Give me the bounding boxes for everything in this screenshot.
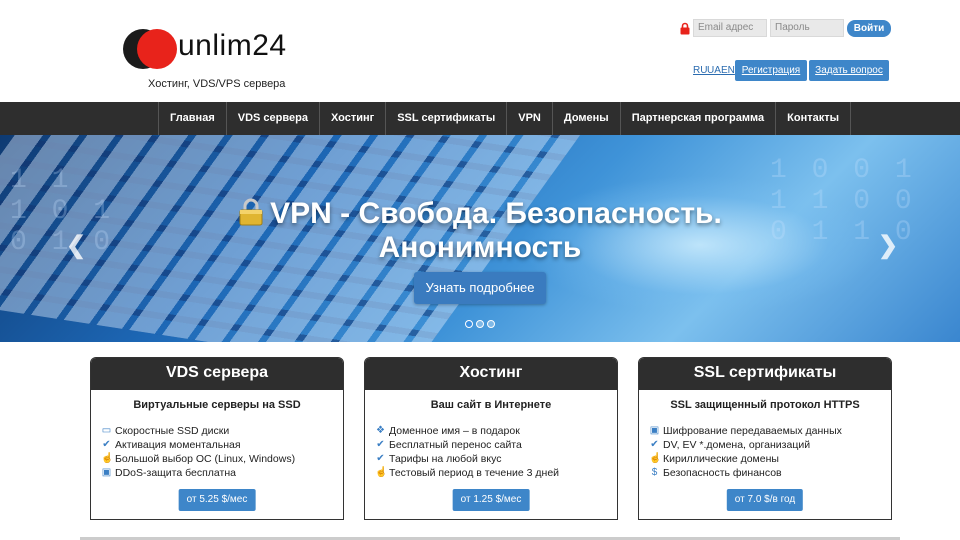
feature-item: ✔ Тарифы на любой вкус	[376, 453, 502, 465]
hero-title-line-1: VPN - Свобода. Безопасность.	[270, 197, 722, 230]
thumbs-up-icon: ☝	[375, 467, 388, 478]
feature-item: ▣ DDoS-защита бесплатна	[101, 467, 236, 479]
thumbs-up-icon: ☝	[649, 453, 662, 464]
hero-slider: 1 11 0 10 1 0 1 0 0 11 1 0 00 1 1 0 VPN …	[0, 135, 960, 342]
check-icon: ✔	[102, 439, 111, 450]
feature-list: ▣ Шифрование передаваемых данных ✔ DV, EV …	[649, 424, 891, 480]
tagline: Хостинг, VDS/VPS сервера	[148, 78, 286, 90]
feature-list: ❖ Доменное имя – в подарок ✔ Бесплатный пе…	[375, 424, 617, 480]
feature-item: ✔ Бесплатный перенос сайта	[376, 439, 522, 451]
feature-item: ❖ Доменное имя – в подарок	[376, 425, 520, 437]
feature-item: ☝ Кириллические домены	[649, 453, 779, 465]
card-subtitle: SSL защищенный протокол HTTPS	[670, 399, 860, 411]
chevron-left-icon[interactable]: ❮	[66, 231, 86, 260]
feature-item: $ Безопасность финансов	[649, 466, 891, 480]
slider-dot[interactable]	[487, 320, 495, 328]
service-card-hosting: Хостинг Ваш сайт в Интернете ❖ Доменное и…	[364, 357, 618, 520]
card-title[interactable]: Хостинг	[365, 358, 617, 390]
chevron-right-icon[interactable]: ❯	[878, 231, 898, 260]
hero-title-line-2: Анонимность	[378, 231, 582, 264]
card-subtitle: Виртуальные серверы на SSD	[133, 399, 301, 411]
check-icon: ✔	[650, 439, 659, 450]
padlock-icon	[238, 198, 264, 226]
check-icon: ✔	[376, 453, 385, 464]
nav-item-hosting[interactable]: Хостинг	[320, 102, 387, 135]
page: unlim24 Хостинг, VDS/VPS сервера Email а…	[0, 0, 960, 540]
nav-item-contacts[interactable]: Контакты	[776, 102, 852, 135]
nav-item-domains[interactable]: Домены	[553, 102, 621, 135]
slider-dot[interactable]	[465, 320, 473, 328]
nav-item-vds[interactable]: VDS сервера	[227, 102, 320, 135]
lock-icon	[680, 22, 690, 35]
logo-text: unlim24	[178, 29, 287, 62]
feature-item: ✔ DV, EV *.домена, организаций	[650, 439, 811, 451]
site-header: unlim24 Хостинг, VDS/VPS сервера Email а…	[0, 0, 960, 102]
lock-icon: ▣	[101, 467, 112, 478]
feature-list: ▭ Скоростные SSD диски ✔ Активация момента…	[101, 424, 343, 480]
feature-item: ✔ Активация моментальная	[102, 439, 241, 451]
feature-item: ☝ Тестовый период в течение 3 дней	[375, 467, 560, 479]
price-button[interactable]: от 5.25 $/мес	[178, 489, 256, 511]
price-button[interactable]: от 7.0 $/в год	[726, 489, 804, 511]
lock-icon: ▣	[649, 425, 660, 436]
nav-item-home[interactable]: Главная	[159, 102, 227, 135]
grid-icon: ❖	[376, 425, 385, 436]
disk-icon: ▭	[101, 425, 112, 436]
nav-item-ssl[interactable]: SSL сертификаты	[386, 102, 508, 135]
lang-en-link[interactable]: EN	[721, 65, 735, 76]
nav-item-partner[interactable]: Партнерская программа	[621, 102, 777, 135]
slider-dots	[465, 320, 495, 328]
feature-item: ▭ Скоростные SSD диски	[101, 425, 230, 437]
service-card-ssl: SSL сертификаты SSL защищенный протокол …	[638, 357, 892, 520]
price-button[interactable]: от 1.25 $/мес	[452, 489, 530, 511]
slider-dot[interactable]	[476, 320, 484, 328]
login-button[interactable]: Войти	[847, 20, 891, 37]
check-icon: ✔	[376, 439, 385, 450]
card-title[interactable]: VDS сервера	[91, 358, 343, 390]
logo-red-circle	[137, 29, 177, 69]
email-field[interactable]: Email адрес	[693, 19, 767, 37]
password-field[interactable]: Пароль	[770, 19, 844, 37]
thumbs-up-icon: ☝	[101, 453, 114, 464]
register-button[interactable]: Регистрация	[735, 60, 807, 81]
logo[interactable]: unlim24	[123, 27, 293, 71]
service-card-vds: VDS сервера Виртуальные серверы на SSD ▭…	[90, 357, 344, 520]
main-nav: Главная VDS сервера Хостинг SSL сертифик…	[0, 102, 960, 135]
lang-ru-link[interactable]: RU	[693, 65, 707, 76]
card-title[interactable]: SSL сертификаты	[639, 358, 891, 390]
lang-ua-link[interactable]: UA	[707, 65, 721, 76]
card-subtitle: Ваш сайт в Интернете	[430, 399, 552, 411]
hero-title: VPN - Свобода. Безопасность. Анонимность	[0, 197, 960, 265]
ask-question-button[interactable]: Задать вопрос	[809, 60, 889, 81]
nav-item-vpn[interactable]: VPN	[507, 102, 553, 135]
dollar-icon: $	[651, 467, 658, 478]
learn-more-button[interactable]: Узнать подробнее	[414, 272, 546, 304]
feature-item: ☝ Большой выбор ОС (Linux, Windows)	[101, 453, 296, 465]
feature-item: ▣ Шифрование передаваемых данных	[649, 425, 842, 437]
